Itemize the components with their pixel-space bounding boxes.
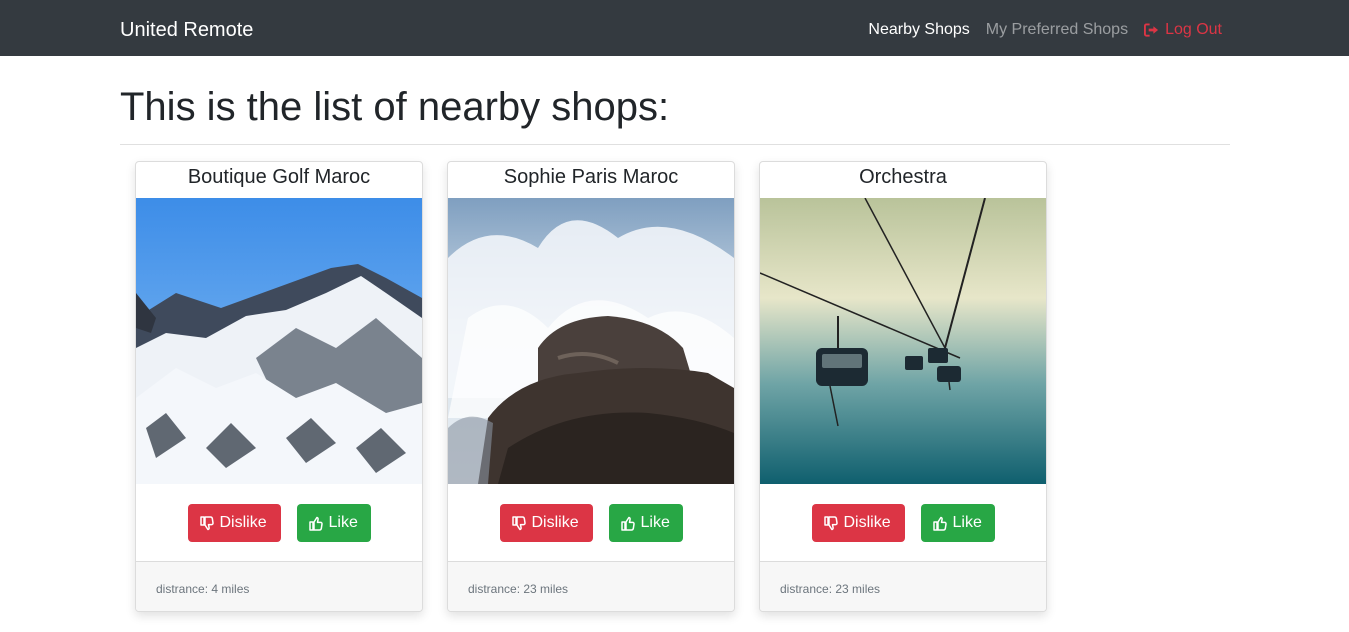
like-label: Like	[952, 514, 982, 531]
thumbs-up-icon	[308, 516, 323, 531]
nav-nearby-shops[interactable]: Nearby Shops	[868, 19, 969, 41]
heading-divider	[120, 144, 1230, 145]
shop-distance: distrance: 23 miles	[760, 561, 1046, 611]
snowy-mountain-photo	[136, 198, 422, 484]
dislike-button[interactable]: Dislike	[187, 504, 281, 542]
page-title: This is the list of nearby shops:	[120, 85, 670, 129]
logout-link[interactable]: Log Out	[1144, 19, 1222, 41]
like-label: Like	[328, 514, 358, 531]
shop-name: Boutique Golf Maroc	[187, 166, 371, 188]
dislike-label: Dislike	[531, 514, 579, 531]
navbar: United Remote Nearby Shops My Preferred …	[0, 0, 1349, 56]
thumbs-up-icon	[932, 516, 947, 531]
shop-list: Boutique Golf Maroc Dislike Like distran…	[135, 161, 1071, 612]
dislike-button[interactable]: Dislike	[811, 504, 905, 542]
dislike-label: Dislike	[843, 514, 891, 531]
dislike-button[interactable]: Dislike	[499, 504, 593, 542]
shop-actions: Dislike Like	[760, 484, 1046, 562]
logout-label: Log Out	[1165, 21, 1222, 38]
ocean-wave-rock-photo	[448, 198, 734, 484]
dislike-label: Dislike	[219, 514, 267, 531]
shop-card: Boutique Golf Maroc Dislike Like distran…	[135, 161, 423, 612]
ski-lift-photo	[760, 198, 1046, 484]
thumbs-up-icon	[620, 516, 635, 531]
brand-link[interactable]: United Remote	[120, 17, 253, 43]
nav-links: Nearby Shops My Preferred Shops Log Out	[852, 19, 1222, 41]
shop-card: Orchestra Dislike Like distrance: 23 mil…	[759, 161, 1047, 612]
nav-preferred-shops[interactable]: My Preferred Shops	[986, 19, 1128, 41]
thumbs-down-icon	[511, 515, 526, 530]
thumbs-down-icon	[823, 515, 838, 530]
shop-actions: Dislike Like	[136, 484, 422, 562]
like-button[interactable]: Like	[296, 504, 371, 542]
like-button[interactable]: Like	[608, 504, 683, 542]
thumbs-down-icon	[199, 515, 214, 530]
shop-distance: distrance: 23 miles	[448, 561, 734, 611]
sign-out-icon	[1144, 23, 1159, 37]
shop-distance: distrance: 4 miles	[136, 561, 422, 611]
shop-name: Orchestra	[859, 166, 947, 188]
like-button[interactable]: Like	[920, 504, 995, 542]
shop-name: Sophie Paris Maroc	[503, 166, 679, 188]
shop-card: Sophie Paris Maroc Dislike Like distranc…	[447, 161, 735, 612]
like-label: Like	[640, 514, 670, 531]
shop-actions: Dislike Like	[448, 484, 734, 562]
